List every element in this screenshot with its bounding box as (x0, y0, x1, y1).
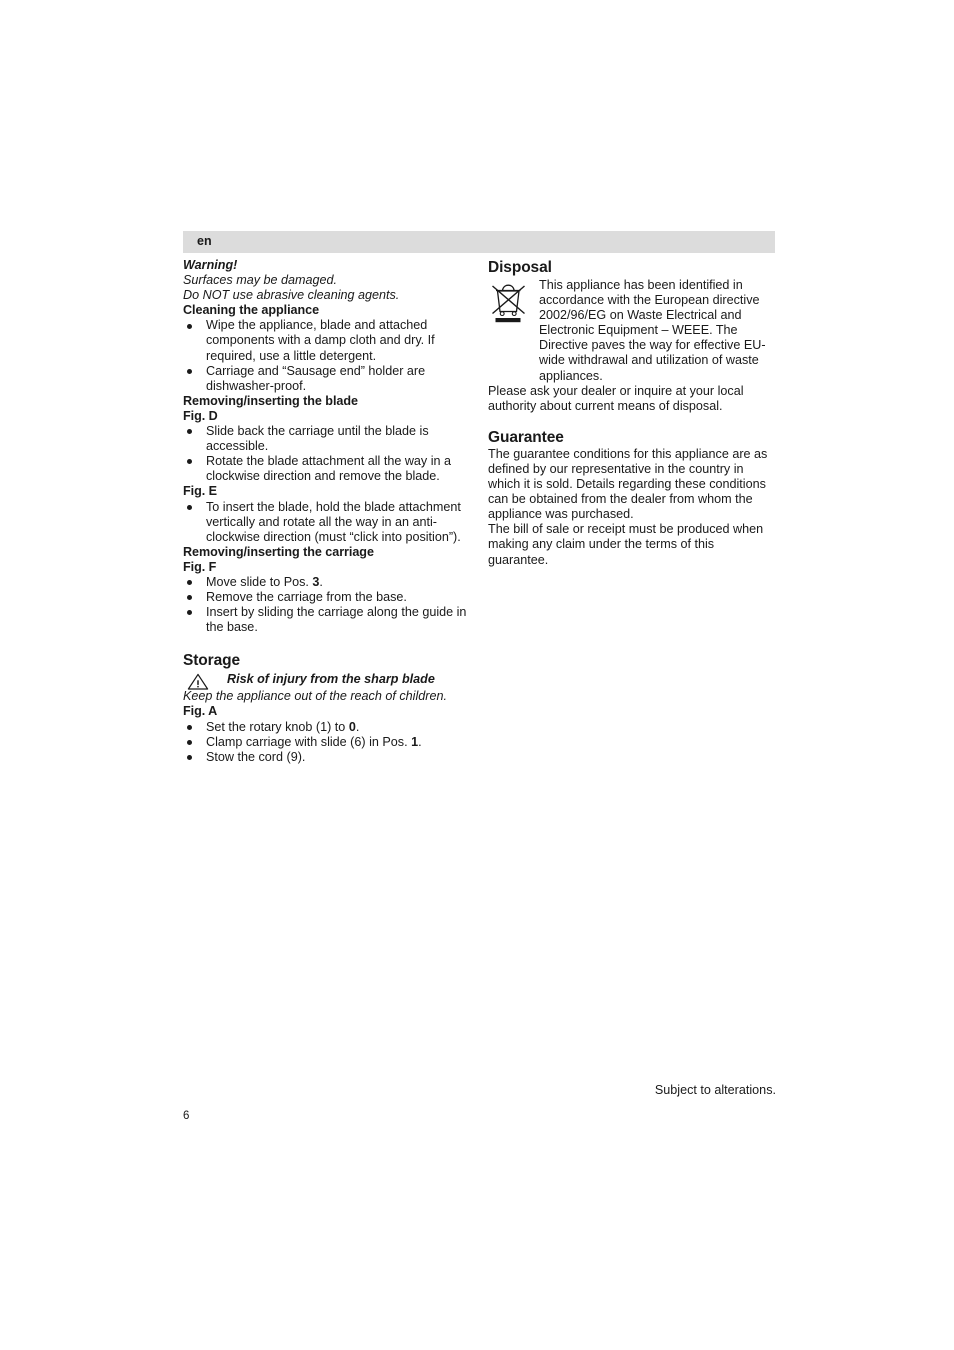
bullet-dot-icon (187, 323, 192, 329)
carriage-section: Removing/inserting the carriage Fig. F M… (183, 545, 473, 636)
warning-section: Warning! Surfaces may be damaged. Do NOT… (183, 258, 473, 303)
warning-triangle-icon (187, 674, 209, 690)
carriage-heading: Removing/inserting the carriage (183, 544, 374, 559)
list-item: Insert by sliding the carriage along the… (183, 605, 473, 635)
list-item-emphasis: 0 (348, 719, 356, 734)
list-item-text: Slide back the carriage until the blade … (206, 424, 429, 454)
risk-warning-row: Risk of injury from the sharp blade (183, 672, 473, 690)
bullet-dot-icon (187, 580, 192, 586)
warning-line-2: Do NOT use abrasive cleaning agents. (183, 288, 400, 303)
bullet-dot-icon (187, 595, 192, 601)
list-item-text: Rotate the blade attachment all the way … (206, 454, 452, 484)
left-column: Warning! Surfaces may be damaged. Do NOT… (183, 258, 473, 765)
warning-heading: Warning! (183, 258, 238, 272)
list-item: Remove the carriage from the base. (183, 590, 473, 605)
fig-a-label: Fig. A (183, 704, 218, 719)
fig-e-bullet-list: To insert the blade, hold the blade atta… (183, 500, 473, 545)
bullet-dot-icon (187, 368, 192, 374)
page-number: 6 (183, 1110, 190, 1122)
list-item-text: Clamp carriage with slide (6) in Pos. (206, 734, 412, 749)
cleaning-heading: Cleaning the appliance (183, 303, 320, 318)
storage-heading: Storage (183, 652, 241, 670)
storage-section: Storage Risk of injury from the sharp bl… (183, 651, 473, 764)
list-item: Wipe the appliance, blade and attached c… (183, 318, 473, 363)
list-item-suffix: . (418, 734, 422, 749)
list-item: Rotate the blade attachment all the way … (183, 454, 473, 484)
fig-d-bullet-list: Slide back the carriage until the blade … (183, 424, 473, 484)
list-item: Clamp carriage with slide (6) in Pos. 1. (183, 735, 473, 750)
fig-e-label: Fig. E (183, 484, 217, 499)
right-column: Disposal This appliance has been identif… (488, 258, 776, 568)
disposal-heading: Disposal (488, 259, 552, 276)
language-header-bar: en (183, 231, 775, 253)
list-item-suffix: . (355, 719, 360, 734)
guarantee-paragraph-1: The guarantee conditions for this applia… (488, 446, 768, 522)
list-item-text: Move slide to Pos. (206, 574, 313, 589)
list-item-text: Set the rotary knob (1) to (206, 719, 349, 734)
list-item: Stow the cord (9). (183, 750, 473, 765)
disposal-paragraph: Please ask your dealer or inquire at you… (488, 383, 744, 413)
bullet-dot-icon (187, 459, 192, 465)
guarantee-paragraph-2: The bill of sale or receipt must be prod… (488, 522, 764, 567)
list-item-suffix: . (319, 574, 323, 589)
language-label: en (197, 234, 212, 248)
disposal-section: Disposal This appliance has been identif… (488, 258, 776, 414)
blade-section: Removing/inserting the blade Fig. D Slid… (183, 394, 473, 545)
cleaning-bullet-list: Wipe the appliance, blade and attached c… (183, 318, 473, 393)
cleaning-section: Cleaning the appliance Wipe the applianc… (183, 303, 473, 394)
bullet-dot-icon (187, 739, 192, 745)
list-item-text: Remove the carriage from the base. (206, 590, 407, 605)
list-item-text: Stow the cord (9). (206, 749, 306, 764)
list-item: Slide back the carriage until the blade … (183, 424, 473, 454)
crossed-out-wheelie-bin-icon (492, 284, 525, 323)
blade-heading: Removing/inserting the blade (183, 393, 358, 408)
list-item: Carriage and “Sausage end” holder are di… (183, 364, 473, 394)
bullet-dot-icon (187, 504, 192, 510)
warning-line-1: Surfaces may be damaged. (183, 273, 338, 288)
list-item: To insert the blade, hold the blade atta… (183, 500, 473, 545)
bullet-dot-icon (187, 754, 192, 760)
bullet-dot-icon (187, 724, 192, 730)
bullet-dot-icon (187, 610, 192, 616)
fig-f-bullet-list: Move slide to Pos. 3. Remove the carriag… (183, 575, 473, 635)
fig-f-label: Fig. F (183, 559, 217, 574)
risk-warning-text: Risk of injury from the sharp blade (227, 672, 435, 687)
guarantee-heading: Guarantee (488, 428, 564, 446)
storage-note: Keep the appliance out of the reach of c… (183, 689, 447, 704)
guarantee-section: Guarantee The guarantee conditions for t… (488, 428, 776, 568)
fig-d-label: Fig. D (183, 408, 218, 423)
list-item: Set the rotary knob (1) to 0. (183, 720, 473, 735)
manual-page: en Warning! Surfaces may be damaged. Do … (0, 0, 954, 1350)
list-item-text: Insert by sliding the carriage along the… (206, 605, 467, 635)
disposal-icon-paragraph-block: This appliance has been identified in ac… (488, 278, 776, 384)
list-item: Move slide to Pos. 3. (183, 575, 473, 590)
fig-a-bullet-list: Set the rotary knob (1) to 0. Clamp carr… (183, 720, 473, 765)
footer-note: Subject to alterations. (654, 1083, 776, 1097)
list-item-text: Wipe the appliance, blade and attached c… (206, 318, 435, 363)
list-item-text: To insert the blade, hold the blade atta… (206, 499, 461, 544)
list-item-text: Carriage and “Sausage end” holder are di… (206, 363, 426, 393)
disposal-icon-paragraph: This appliance has been identified in ac… (539, 278, 766, 383)
bullet-dot-icon (187, 429, 192, 435)
